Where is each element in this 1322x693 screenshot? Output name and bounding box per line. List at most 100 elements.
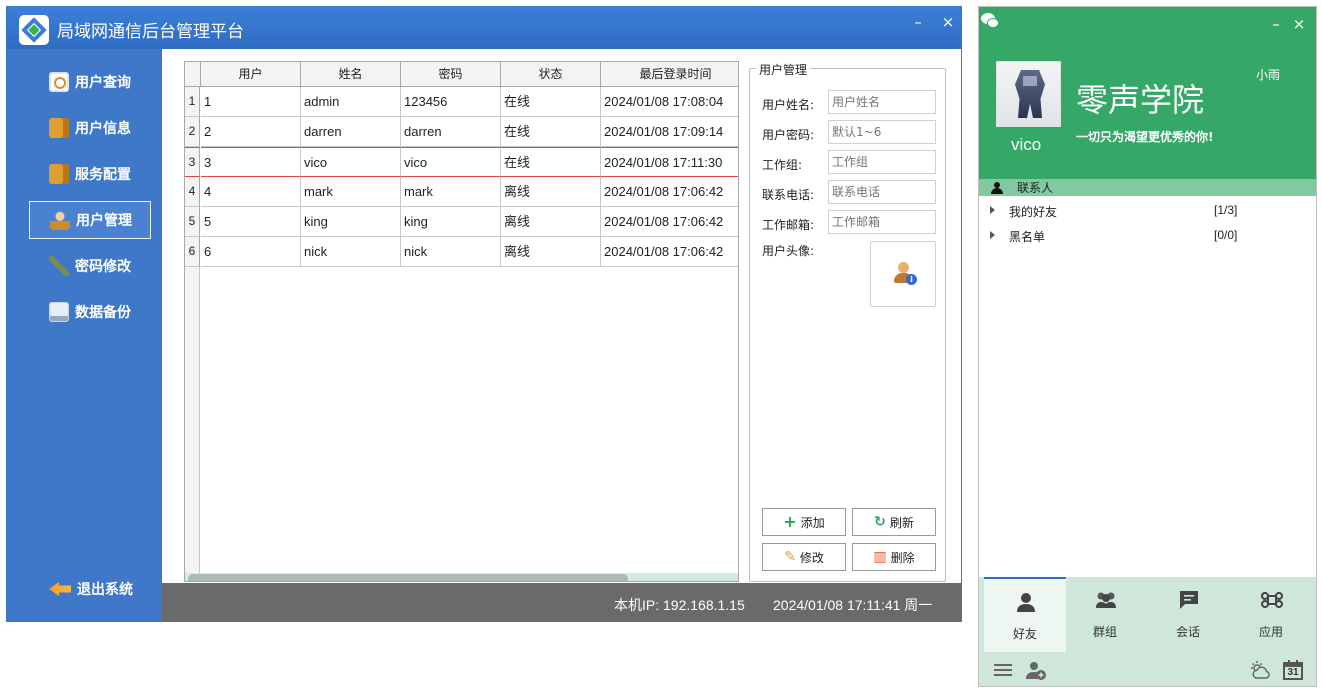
exit-system-button[interactable]: 退出系统 bbox=[29, 570, 151, 608]
sidebar-item-password-change[interactable]: 密码修改 bbox=[29, 247, 151, 285]
cell-password[interactable]: darren bbox=[401, 117, 501, 147]
cell-name[interactable]: king bbox=[301, 207, 401, 237]
tab-apps[interactable]: 应用 bbox=[1230, 577, 1312, 652]
cell-name[interactable]: mark bbox=[301, 177, 401, 207]
table-row[interactable]: 1 1 admin 123456 在线 2024/01/08 17:08:04 bbox=[185, 87, 738, 117]
refresh-button[interactable]: ↻ 刷新 bbox=[852, 508, 936, 536]
avatar[interactable] bbox=[996, 61, 1061, 127]
table-row[interactable]: 5 5 king king 离线 2024/01/08 17:06:42 bbox=[185, 207, 738, 237]
username: 小雨 bbox=[1256, 68, 1281, 82]
username-input[interactable] bbox=[828, 90, 936, 114]
cell-password[interactable]: mark bbox=[401, 177, 501, 207]
table-row[interactable]: 3 3 vico vico 在线 2024/01/08 17:11:30 bbox=[185, 147, 738, 177]
tab-conversations[interactable]: 会话 bbox=[1147, 577, 1229, 652]
cell-user[interactable]: 6 bbox=[201, 237, 301, 267]
sidebar-item-label: 用户查询 bbox=[75, 75, 131, 91]
user-info-icon: i bbox=[893, 262, 917, 286]
column-header-status[interactable]: 状态 bbox=[501, 62, 601, 86]
cell-name[interactable]: admin bbox=[301, 87, 401, 117]
close-button[interactable]: × bbox=[939, 13, 957, 31]
avatar-picker[interactable]: i bbox=[870, 241, 936, 307]
cell-status[interactable]: 在线 bbox=[501, 117, 601, 147]
slogan: 一切只为渴望更优秀的你! bbox=[1076, 130, 1214, 144]
workgroup-input[interactable] bbox=[828, 150, 936, 174]
cell-name[interactable]: nick bbox=[301, 237, 401, 267]
cell-name[interactable]: vico bbox=[301, 147, 401, 177]
cell-status[interactable]: 在线 bbox=[501, 147, 601, 177]
weather-icon[interactable] bbox=[1249, 659, 1271, 681]
tab-groups[interactable]: 群组 bbox=[1064, 577, 1146, 652]
table-row[interactable]: 6 6 nick nick 离线 2024/01/08 17:06:42 bbox=[185, 237, 738, 267]
row-number[interactable]: 4 bbox=[185, 177, 200, 207]
password-input[interactable] bbox=[828, 120, 936, 144]
admin-window: 局域网通信后台管理平台 – × 用户查询 用户信息 服务配置 用户管理 密码修改… bbox=[6, 6, 962, 622]
cell-last-login[interactable]: 2024/01/08 17:11:30 bbox=[601, 147, 738, 177]
bottom-tabs: 好友 群组 会话 应用 bbox=[979, 577, 1316, 652]
chat-minimize-button[interactable]: – bbox=[1267, 15, 1285, 33]
cell-user[interactable]: 3 bbox=[201, 147, 301, 177]
nickname: vico bbox=[1011, 135, 1042, 154]
exit-label: 退出系统 bbox=[77, 582, 133, 598]
cell-status[interactable]: 离线 bbox=[501, 237, 601, 267]
scrollbar-thumb[interactable] bbox=[188, 574, 628, 581]
cell-last-login[interactable]: 2024/01/08 17:09:14 bbox=[601, 117, 738, 147]
cell-last-login[interactable]: 2024/01/08 17:06:42 bbox=[601, 177, 738, 207]
edit-button[interactable]: ✎ 修改 bbox=[762, 543, 846, 571]
table-row[interactable]: 4 4 mark mark 离线 2024/01/08 17:06:42 bbox=[185, 177, 738, 207]
field-label-phone: 联系电话: bbox=[762, 188, 815, 202]
tab-label: 应用 bbox=[1258, 625, 1283, 639]
exit-arrow-icon bbox=[49, 582, 71, 596]
cell-status[interactable]: 离线 bbox=[501, 177, 601, 207]
minimize-button[interactable]: – bbox=[909, 13, 927, 31]
add-button[interactable]: + 添加 bbox=[762, 508, 846, 536]
group-label: 我的好友 bbox=[1009, 205, 1058, 219]
cell-status[interactable]: 在线 bbox=[501, 87, 601, 117]
sidebar-item-user-query[interactable]: 用户查询 bbox=[29, 63, 151, 101]
tree-item-blacklist[interactable]: 黑名单 [0/0] bbox=[979, 225, 1316, 247]
cell-last-login[interactable]: 2024/01/08 17:08:04 bbox=[601, 87, 738, 117]
sidebar-item-data-backup[interactable]: 数据备份 bbox=[29, 293, 151, 331]
cell-user[interactable]: 1 bbox=[201, 87, 301, 117]
expand-arrow-icon[interactable] bbox=[990, 206, 995, 214]
cell-password[interactable]: king bbox=[401, 207, 501, 237]
cell-status[interactable]: 离线 bbox=[501, 207, 601, 237]
calendar-icon[interactable]: 31 bbox=[1282, 659, 1304, 681]
table-row[interactable]: 2 2 darren darren 在线 2024/01/08 17:09:14 bbox=[185, 117, 738, 147]
column-header-last-login[interactable]: 最后登录时间 bbox=[601, 62, 738, 86]
expand-arrow-icon[interactable] bbox=[990, 231, 995, 239]
cell-last-login[interactable]: 2024/01/08 17:06:42 bbox=[601, 207, 738, 237]
cell-password[interactable]: nick bbox=[401, 237, 501, 267]
horizontal-scrollbar[interactable] bbox=[185, 573, 738, 581]
sidebar-item-label: 数据备份 bbox=[75, 305, 131, 321]
cell-user[interactable]: 2 bbox=[201, 117, 301, 147]
user-table[interactable]: 用户 姓名 密码 状态 最后登录时间 1 1 admin 123456 在线 2024/0… bbox=[184, 61, 739, 582]
box-icon bbox=[49, 118, 69, 138]
current-time: 2024/01/08 17:11:41 周一 bbox=[773, 597, 933, 613]
delete-button[interactable]: ▥ 删除 bbox=[852, 543, 936, 571]
row-number[interactable]: 3 bbox=[185, 147, 200, 177]
column-header-password[interactable]: 密码 bbox=[401, 62, 501, 86]
chat-close-button[interactable]: × bbox=[1290, 15, 1308, 33]
column-header-name[interactable]: 姓名 bbox=[301, 62, 401, 86]
tab-friends[interactable]: 好友 bbox=[984, 577, 1066, 652]
tab-label: 好友 bbox=[1012, 627, 1037, 641]
email-input[interactable] bbox=[828, 210, 936, 234]
sidebar-item-user-management[interactable]: 用户管理 bbox=[29, 201, 151, 239]
cell-password[interactable]: 123456 bbox=[401, 87, 501, 117]
menu-icon[interactable] bbox=[992, 659, 1014, 681]
phone-input[interactable] bbox=[828, 180, 936, 204]
sidebar-item-service-config[interactable]: 服务配置 bbox=[29, 155, 151, 193]
row-number[interactable]: 1 bbox=[185, 87, 200, 117]
cell-name[interactable]: darren bbox=[301, 117, 401, 147]
cell-last-login[interactable]: 2024/01/08 17:06:42 bbox=[601, 237, 738, 267]
tree-item-friends[interactable]: 我的好友 [1/3] bbox=[979, 200, 1316, 222]
row-number[interactable]: 5 bbox=[185, 207, 200, 237]
cell-user[interactable]: 4 bbox=[201, 177, 301, 207]
add-contact-icon[interactable] bbox=[1025, 659, 1047, 681]
cell-user[interactable]: 5 bbox=[201, 207, 301, 237]
sidebar-item-user-info[interactable]: 用户信息 bbox=[29, 109, 151, 147]
cell-password[interactable]: vico bbox=[401, 147, 501, 177]
row-number[interactable]: 6 bbox=[185, 237, 200, 267]
row-number[interactable]: 2 bbox=[185, 117, 200, 147]
column-header-user[interactable]: 用户 bbox=[201, 62, 301, 86]
